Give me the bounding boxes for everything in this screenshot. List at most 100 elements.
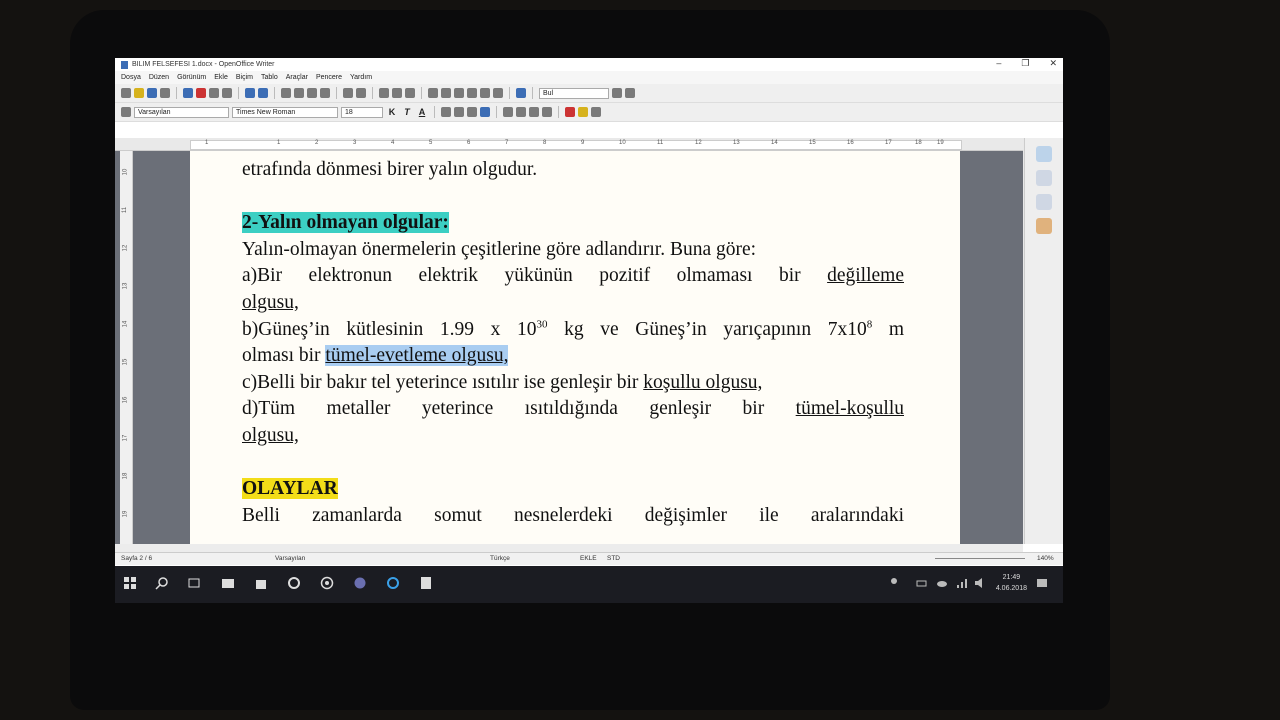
menu-yardim[interactable]: Yardım (350, 74, 372, 81)
ruler-mark: 1 (277, 140, 281, 146)
menu-araclar[interactable]: Araçlar (286, 74, 308, 81)
table-icon[interactable] (392, 88, 402, 98)
hyperlink-icon[interactable] (379, 88, 389, 98)
formatting-marks-icon[interactable] (480, 88, 490, 98)
styles-icon[interactable] (1036, 170, 1052, 186)
menu-pencere[interactable]: Pencere (316, 74, 342, 81)
store-icon[interactable] (254, 576, 268, 590)
align-center-icon[interactable] (454, 107, 464, 117)
styles-formatting-icon[interactable] (121, 107, 131, 117)
standard-toolbar: Bul (115, 84, 1063, 103)
people-icon[interactable] (887, 576, 901, 590)
font-color-icon[interactable] (565, 107, 575, 117)
chrome-icon[interactable] (320, 576, 334, 590)
zoom-level[interactable]: 140% (1037, 555, 1054, 562)
zoom-slider[interactable] (935, 558, 1025, 559)
task-view-icon[interactable] (187, 576, 201, 590)
openoffice-writer-icon[interactable] (419, 576, 433, 590)
decrease-indent-icon[interactable] (542, 107, 552, 117)
spellcheck-icon[interactable] (245, 88, 255, 98)
notifications-icon[interactable] (1035, 576, 1049, 590)
find-replace-icon[interactable] (428, 88, 438, 98)
navigator-panel-icon[interactable] (1036, 218, 1052, 234)
open-folder-icon[interactable] (134, 88, 144, 98)
status-bar: Sayfa 2 / 6 Varsayılan Türkçe EKLE STD 1… (115, 552, 1063, 565)
internet-explorer-icon[interactable] (386, 576, 400, 590)
export-pdf-icon[interactable] (196, 88, 206, 98)
clock[interactable]: 21:49 4.06.2018 (996, 572, 1027, 594)
undo-icon[interactable] (343, 88, 353, 98)
highlighting-icon[interactable] (578, 107, 588, 117)
bullets-icon[interactable] (516, 107, 526, 117)
gallery-panel-icon[interactable] (1036, 194, 1052, 210)
increase-indent-icon[interactable] (529, 107, 539, 117)
draw-functions-icon[interactable] (405, 88, 415, 98)
find-previous-icon[interactable] (625, 88, 635, 98)
edit-mode-icon[interactable] (183, 88, 193, 98)
menu-tablo[interactable]: Tablo (261, 74, 278, 81)
minimize-button[interactable]: – (996, 58, 1001, 69)
email-icon[interactable] (160, 88, 170, 98)
cloud-icon[interactable] (935, 576, 949, 590)
cut-icon[interactable] (281, 88, 291, 98)
toolbar-separator (532, 87, 533, 99)
align-right-icon[interactable] (467, 107, 477, 117)
autospell-icon[interactable] (258, 88, 268, 98)
paste-icon[interactable] (307, 88, 317, 98)
paragraph-style-select[interactable]: Varsayılan (134, 106, 229, 118)
document-page[interactable]: etrafında dönmesi birer yalın olgudur. 2… (190, 151, 960, 544)
selected-text[interactable]: tümel-evetleme olgusu, (325, 345, 509, 367)
bold-button[interactable]: K (386, 107, 398, 117)
network-icon[interactable] (955, 576, 969, 590)
insert-mode[interactable]: EKLE (580, 555, 597, 562)
formatting-toolbar: Varsayılan Times New Roman 18 K T A (115, 103, 1063, 122)
start-icon[interactable] (123, 576, 137, 590)
data-sources-icon[interactable] (467, 88, 477, 98)
search-icon[interactable] (155, 576, 169, 590)
vertical-ruler[interactable]: 10 11 12 13 14 15 16 17 18 19 (120, 151, 133, 544)
new-document-icon[interactable] (121, 88, 131, 98)
zoom-icon[interactable] (493, 88, 503, 98)
page-style[interactable]: Varsayılan (275, 555, 305, 562)
horizontal-scrollbar[interactable] (115, 544, 1023, 552)
volume-icon[interactable] (973, 576, 987, 590)
align-left-icon[interactable] (441, 107, 451, 117)
horizontal-ruler[interactable]: 1 1 2 3 4 5 6 7 8 9 10 11 12 13 14 15 16… (115, 138, 1023, 151)
close-button[interactable]: ✕ (1049, 58, 1057, 69)
numbering-icon[interactable] (503, 107, 513, 117)
print-preview-icon[interactable] (222, 88, 232, 98)
firefox-icon[interactable] (353, 576, 367, 590)
help-icon[interactable] (516, 88, 526, 98)
underline-button[interactable]: A (416, 107, 428, 117)
navigator-icon[interactable] (441, 88, 451, 98)
maximize-button[interactable]: ❐ (1021, 58, 1029, 69)
battery-icon[interactable] (915, 576, 929, 590)
clock-time: 21:49 (1002, 574, 1021, 581)
vruler-mark: 12 (122, 244, 129, 252)
clone-format-icon[interactable] (320, 88, 330, 98)
font-name-select[interactable]: Times New Roman (232, 106, 338, 118)
file-explorer-icon[interactable] (221, 576, 235, 590)
find-input[interactable]: Bul (539, 87, 609, 99)
menu-duzen[interactable]: Düzen (149, 74, 169, 81)
gallery-icon[interactable] (454, 88, 464, 98)
menu-gorunum[interactable]: Görünüm (177, 74, 206, 81)
print-icon[interactable] (209, 88, 219, 98)
redo-icon[interactable] (356, 88, 366, 98)
font-size-select[interactable]: 18 (341, 106, 383, 118)
language[interactable]: Türkçe (490, 555, 510, 562)
italic-button[interactable]: T (401, 107, 413, 117)
document-text[interactable]: etrafında dönmesi birer yalın olgudur. 2… (242, 157, 904, 529)
save-icon[interactable] (147, 88, 157, 98)
menu-bicim[interactable]: Biçim (236, 74, 253, 81)
selection-mode[interactable]: STD (607, 555, 620, 562)
menu-dosya[interactable]: Dosya (121, 74, 141, 81)
edge-icon[interactable] (287, 576, 301, 590)
justify-icon[interactable] (480, 107, 490, 117)
find-next-icon[interactable] (612, 88, 622, 98)
page-indicator[interactable]: Sayfa 2 / 6 (121, 555, 152, 562)
background-color-icon[interactable] (591, 107, 601, 117)
menu-ekle[interactable]: Ekle (214, 74, 228, 81)
copy-icon[interactable] (294, 88, 304, 98)
properties-icon[interactable] (1036, 146, 1052, 162)
